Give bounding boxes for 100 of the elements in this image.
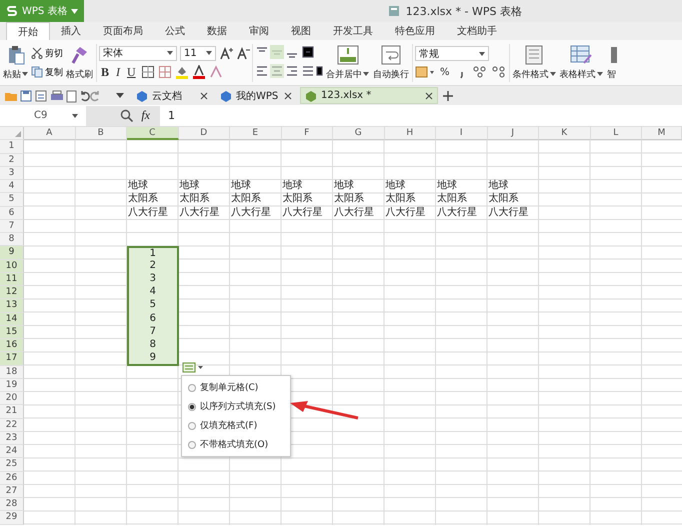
row-header[interactable]: 28 bbox=[0, 498, 24, 512]
row-header[interactable]: 4 bbox=[0, 180, 24, 194]
row-header[interactable]: 7 bbox=[0, 220, 24, 233]
font-grow-icon[interactable] bbox=[219, 46, 233, 60]
column-header[interactable]: E bbox=[230, 127, 282, 140]
percent-button[interactable]: % bbox=[438, 66, 452, 78]
table-cell: 4 bbox=[127, 286, 178, 300]
ribbon-tab[interactable]: 公式 bbox=[154, 22, 196, 40]
menu-option[interactable]: 不带格式填充(O) bbox=[182, 435, 290, 454]
table-style-button[interactable]: 表格样式 bbox=[558, 44, 604, 80]
row-header[interactable]: 13 bbox=[0, 299, 24, 312]
row-header[interactable]: 22 bbox=[0, 418, 24, 432]
row-header[interactable]: 8 bbox=[0, 233, 24, 246]
number-format-select[interactable]: 常规 bbox=[415, 46, 489, 61]
column-header[interactable]: G bbox=[333, 127, 384, 140]
ribbon-tab[interactable]: 数据 bbox=[196, 22, 238, 40]
row-header[interactable]: 2 bbox=[0, 154, 24, 167]
format-painter-button[interactable]: 格式刷 bbox=[65, 44, 94, 80]
row-header[interactable]: 5 bbox=[0, 193, 24, 206]
radio-button[interactable] bbox=[188, 440, 196, 448]
ribbon-tab[interactable]: 开发工具 bbox=[322, 22, 384, 40]
column-header[interactable]: K bbox=[539, 127, 590, 140]
document-tab[interactable]: 云文档 bbox=[132, 87, 212, 104]
close-icon[interactable] bbox=[200, 92, 208, 100]
merge-center-button[interactable]: 合并居中 bbox=[325, 44, 370, 80]
close-icon[interactable] bbox=[284, 92, 292, 100]
table-cell-text: 太阳系 bbox=[384, 193, 416, 206]
row-header[interactable]: 26 bbox=[0, 472, 24, 485]
document-tab[interactable]: 123.xlsx * bbox=[300, 87, 438, 104]
font-select[interactable]: 宋体 bbox=[99, 46, 177, 60]
column-header[interactable]: H bbox=[384, 127, 436, 140]
row-header[interactable]: 16 bbox=[0, 339, 24, 352]
formula-input[interactable]: 1 bbox=[160, 109, 175, 122]
row-header[interactable]: 18 bbox=[0, 366, 24, 379]
zoom-icon[interactable] bbox=[120, 109, 134, 122]
row-header[interactable]: 11 bbox=[0, 272, 24, 286]
row-header[interactable]: 9 bbox=[0, 246, 24, 260]
row-header[interactable]: 3 bbox=[0, 166, 24, 180]
ribbon-tab[interactable]: 页面布局 bbox=[92, 22, 154, 40]
column-header[interactable]: L bbox=[590, 127, 642, 140]
ribbon-tab[interactable]: 审阅 bbox=[238, 22, 280, 40]
row-header[interactable]: 17 bbox=[0, 352, 24, 366]
column-header[interactable]: I bbox=[436, 127, 488, 140]
cut-button[interactable]: 剪切 bbox=[31, 46, 63, 60]
row-header[interactable]: 20 bbox=[0, 392, 24, 406]
increase-decimal-icon[interactable] bbox=[472, 65, 488, 79]
radio-button[interactable] bbox=[188, 384, 196, 392]
fill-options-icon[interactable] bbox=[182, 362, 204, 373]
close-icon[interactable] bbox=[425, 92, 433, 100]
row-header[interactable]: 27 bbox=[0, 484, 24, 498]
row-header[interactable]: 25 bbox=[0, 458, 24, 472]
name-box[interactable]: C9 bbox=[0, 106, 86, 124]
function-label[interactable]: fx bbox=[141, 108, 150, 123]
row-header[interactable]: 23 bbox=[0, 432, 24, 445]
app-menu-button[interactable]: WPS 表格 bbox=[0, 0, 84, 22]
row-header[interactable]: 29 bbox=[0, 511, 24, 524]
new-tab-icon[interactable] bbox=[442, 90, 454, 102]
row-header[interactable]: 6 bbox=[0, 206, 24, 220]
ribbon-tab[interactable]: 插入 bbox=[50, 22, 92, 40]
radio-button[interactable] bbox=[188, 402, 196, 410]
underline-button[interactable]: U bbox=[125, 64, 138, 80]
document-tab[interactable]: 我的WPS bbox=[216, 87, 296, 104]
column-header[interactable]: A bbox=[24, 127, 76, 140]
row-header[interactable]: 15 bbox=[0, 326, 24, 339]
ribbon-tab[interactable]: 文档助手 bbox=[446, 22, 508, 40]
currency-icon[interactable] bbox=[415, 65, 435, 79]
font-size-select[interactable]: 11 bbox=[180, 46, 216, 60]
caret-icon[interactable] bbox=[116, 93, 124, 98]
smart-button[interactable]: 智 bbox=[606, 44, 618, 80]
ribbon-tab[interactable]: 视图 bbox=[280, 22, 322, 40]
menu-option[interactable]: 复制单元格(C) bbox=[182, 378, 290, 397]
menu-option[interactable]: 仅填充格式(F) bbox=[182, 416, 290, 435]
column-header[interactable]: F bbox=[282, 127, 333, 140]
column-header[interactable]: C bbox=[127, 127, 178, 140]
menu-option[interactable]: 以序列方式填充(S) bbox=[182, 397, 290, 416]
font-shrink-icon[interactable] bbox=[236, 46, 250, 60]
wrap-text-button[interactable]: 自动换行 bbox=[372, 44, 410, 80]
radio-button[interactable] bbox=[188, 422, 196, 430]
bold-button[interactable]: B bbox=[99, 64, 112, 80]
column-header[interactable]: D bbox=[178, 127, 230, 140]
row-header[interactable]: 21 bbox=[0, 405, 24, 418]
column-header[interactable]: B bbox=[76, 127, 127, 140]
ribbon-tab[interactable]: 开始 bbox=[6, 22, 50, 40]
ribbon-tab[interactable]: 特色应用 bbox=[384, 22, 446, 40]
border-icon[interactable] bbox=[140, 65, 155, 79]
row-header[interactable]: 24 bbox=[0, 445, 24, 458]
conditional-format-button[interactable]: 条件格式 bbox=[512, 44, 557, 80]
decrease-decimal-icon[interactable] bbox=[490, 65, 507, 79]
italic-button[interactable]: I bbox=[114, 64, 122, 80]
row-header[interactable]: 14 bbox=[0, 312, 24, 326]
copy-button[interactable]: 复制 bbox=[31, 66, 63, 78]
column-header[interactable]: M bbox=[642, 127, 682, 140]
row-header[interactable]: 19 bbox=[0, 378, 24, 392]
paste-button[interactable]: 粘贴 bbox=[2, 44, 29, 80]
row-header[interactable]: 1 bbox=[0, 140, 24, 154]
fill-color-icon[interactable] bbox=[174, 65, 189, 79]
font-color-icon[interactable] bbox=[192, 65, 206, 79]
row-header[interactable]: 10 bbox=[0, 260, 24, 273]
column-header[interactable]: J bbox=[488, 127, 539, 140]
row-header[interactable]: 12 bbox=[0, 286, 24, 300]
